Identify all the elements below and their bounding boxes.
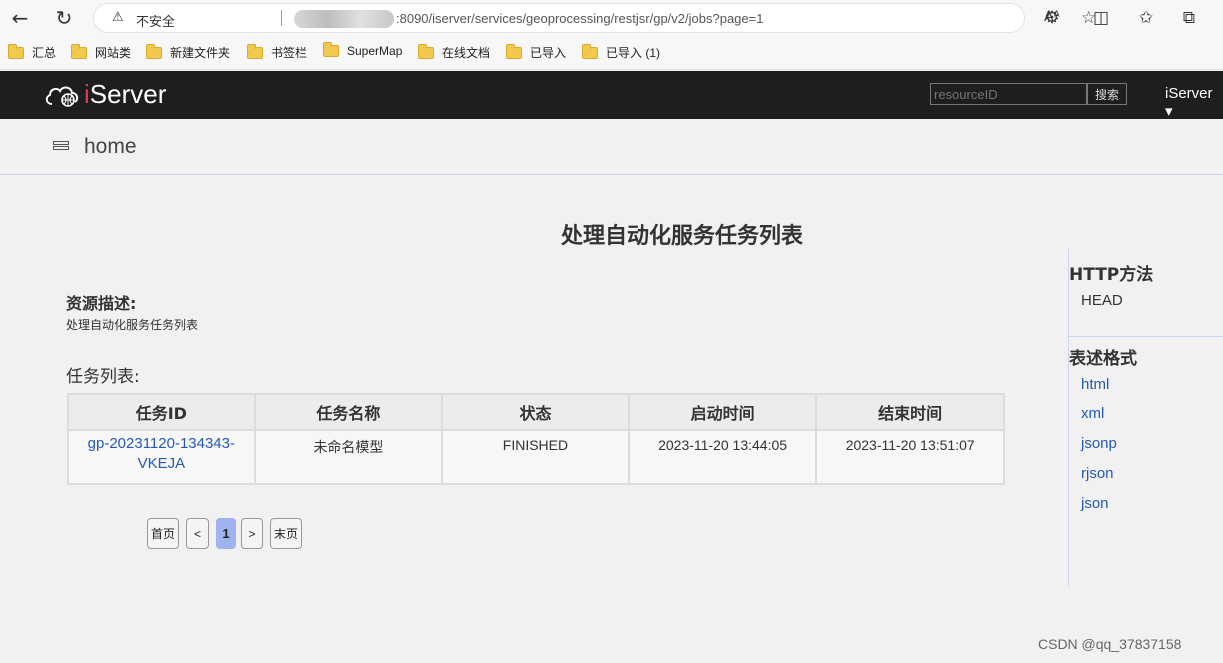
collections-icon[interactable]: ⧉	[1177, 6, 1201, 30]
job-id-link[interactable]: gp-20231120-134343- VKEJA	[67, 429, 256, 485]
bookmark-label: 已导入 (1)	[606, 46, 661, 60]
folder-icon	[71, 43, 87, 59]
address-separator	[281, 10, 282, 26]
bookmark-label: 在线文档	[442, 46, 491, 60]
column-header: 任务ID	[67, 393, 256, 431]
url-text[interactable]: :8090/iserver/services/geoprocessing/res…	[396, 11, 763, 26]
watermark: CSDN @qq_37837158	[1038, 636, 1182, 652]
job-end-time: 2023-11-20 13:51:07	[815, 429, 1005, 485]
folder-icon	[323, 42, 339, 57]
table-header-row: 任务ID 任务名称 状态 启动时间 结束时间	[67, 393, 1005, 431]
sidebar-divider	[1069, 336, 1223, 337]
column-header: 任务名称	[253, 393, 444, 431]
bookmark-folder[interactable]: 在线文档	[418, 43, 491, 61]
page-title: 处理自动化服务任务列表	[561, 224, 804, 249]
browser-toolbar: ← ↻ ⚠ 不安全 :8090/iserver/services/geoproc…	[0, 0, 1223, 36]
folder-icon	[247, 43, 263, 59]
extensions-icon[interactable]: ⚙	[1040, 6, 1064, 30]
http-methods-heading: HTTP方法	[1069, 265, 1154, 285]
folder-icon	[8, 43, 24, 59]
format-link-json[interactable]: json	[1081, 495, 1109, 512]
first-page-button[interactable]: 首页	[147, 518, 179, 549]
column-header: 结束时间	[815, 393, 1005, 431]
formats-heading: 表述格式	[1069, 349, 1137, 369]
bookmark-folder[interactable]: 已导入 (1)	[582, 43, 661, 61]
resource-id-input[interactable]	[930, 83, 1087, 105]
job-name: 未命名模型	[253, 429, 444, 485]
last-page-button[interactable]: 末页	[270, 518, 302, 549]
bookmark-folder[interactable]: 书签栏	[247, 43, 308, 61]
right-sidebar: HTTP方法 HEAD 表述格式 html xml jsonp rjson js…	[1068, 249, 1223, 587]
favorites-icon[interactable]: ✩	[1134, 6, 1158, 30]
address-bar[interactable]: ⚠ 不安全 :8090/iserver/services/geoprocessi…	[93, 3, 1096, 33]
format-link-jsonp[interactable]: jsonp	[1081, 435, 1117, 452]
bookmark-label: 已导入	[530, 46, 567, 60]
job-start-time: 2023-11-20 13:44:05	[627, 429, 818, 485]
bookmark-folder[interactable]: 新建文件夹	[146, 43, 231, 61]
server-icon	[53, 141, 69, 154]
iserver-menu[interactable]: iServer ▾	[1165, 85, 1223, 120]
job-id-part: gp-20231120-134343-	[87, 435, 235, 452]
logo-text: Server	[89, 79, 167, 109]
job-id-part: VKEJA	[137, 455, 186, 472]
folder-icon	[582, 43, 598, 59]
redacted-host	[294, 10, 394, 28]
bookmark-label: 网站类	[95, 46, 132, 60]
split-screen-icon[interactable]: ◫	[1089, 6, 1113, 30]
jobs-table: 任务ID 任务名称 状态 启动时间 结束时间 gp-20231120-13434…	[67, 393, 1005, 485]
app-header: iServer 搜索 iServer ▾	[0, 71, 1223, 120]
bookmark-folder[interactable]: 网站类	[71, 43, 132, 61]
folder-icon	[146, 43, 162, 59]
cloud-globe-icon	[45, 86, 79, 107]
current-page-button[interactable]: 1	[216, 518, 236, 549]
bookmark-label: 书签栏	[271, 46, 308, 60]
prev-page-button[interactable]: <	[186, 518, 209, 549]
bookmark-label: SuperMap	[347, 44, 403, 58]
bookmarks-bar: 汇总 网站类 新建文件夹 书签栏 SuperMap 在线文档 已导入 已导入 (…	[0, 36, 1223, 70]
bookmark-folder[interactable]: 汇总	[8, 43, 57, 61]
job-status: FINISHED	[441, 429, 630, 485]
table-row: gp-20231120-134343- VKEJA 未命名模型 FINISHED…	[67, 429, 1005, 485]
next-page-button[interactable]: >	[241, 518, 263, 549]
format-link-html[interactable]: html	[1081, 376, 1109, 393]
resource-description-heading: 资源描述:	[66, 294, 137, 313]
breadcrumb: home	[0, 119, 1223, 175]
warning-icon[interactable]: ⚠	[112, 10, 124, 25]
search-button[interactable]: 搜索	[1087, 83, 1127, 105]
task-list-heading: 任务列表:	[66, 367, 140, 387]
breadcrumb-home[interactable]: home	[84, 135, 137, 159]
back-icon[interactable]: ←	[6, 4, 34, 32]
format-link-rjson[interactable]: rjson	[1081, 465, 1114, 482]
resource-description: 处理自动化服务任务列表	[66, 318, 199, 332]
bookmark-folder[interactable]: 已导入	[506, 43, 567, 61]
insecure-label[interactable]: 不安全	[136, 11, 175, 30]
refresh-icon[interactable]: ↻	[50, 4, 78, 32]
http-method-item: HEAD	[1081, 292, 1123, 309]
bookmark-label: 汇总	[32, 46, 57, 60]
folder-icon	[506, 43, 522, 59]
column-header: 启动时间	[627, 393, 818, 431]
bookmark-folder[interactable]: SuperMap	[323, 42, 403, 58]
format-link-xml[interactable]: xml	[1081, 405, 1104, 422]
iserver-logo[interactable]: i Server	[44, 79, 166, 110]
column-header: 状态	[441, 393, 630, 431]
folder-icon	[418, 43, 434, 59]
bookmark-label: 新建文件夹	[170, 46, 231, 60]
